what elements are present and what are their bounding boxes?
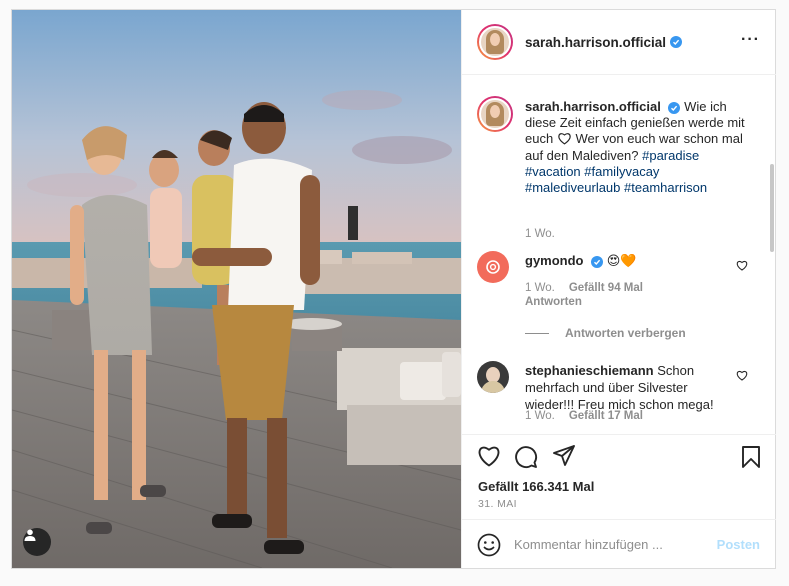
hashtag-paradise[interactable]: #paradise: [642, 148, 699, 163]
comments-scrollbar[interactable]: [770, 164, 774, 252]
comment-like-heart-icon[interactable]: [736, 260, 748, 271]
comment-likes[interactable]: Gefällt 94 Mal: [569, 282, 643, 294]
verified-badge-icon: [668, 102, 681, 114]
white-heart-emoji-icon: [558, 133, 571, 145]
post-date[interactable]: 31. MAI: [478, 498, 517, 510]
comment-icon[interactable]: [514, 445, 538, 469]
verified-badge-icon: [670, 36, 683, 48]
hide-replies-label: Antworten verbergen: [565, 326, 686, 340]
comment-likes[interactable]: Gefällt 17 Mal: [569, 410, 643, 422]
hashtag-vacation[interactable]: #vacation: [525, 164, 581, 179]
instagram-post: sarah.harrison.official ··· sarah.harris…: [11, 9, 776, 569]
comment-text: 😍🧡: [606, 253, 637, 268]
post-comment-button[interactable]: Posten: [717, 537, 760, 552]
hashtag-malediveurlaub[interactable]: #malediveurlaub: [525, 180, 620, 195]
gymondo-logo-icon: [486, 260, 500, 274]
comment-input[interactable]: [514, 534, 704, 554]
comment-body: gymondo 😍🧡: [525, 252, 730, 269]
caption-text: sarah.harrison.official Wie ich diese Ze…: [525, 99, 757, 196]
author-username-row: sarah.harrison.official: [525, 35, 683, 50]
smiley-icon[interactable]: [477, 533, 501, 557]
post-photo[interactable]: [12, 10, 461, 568]
post-header: sarah.harrison.official ···: [462, 10, 776, 75]
comment-meta: 1 Wo. Gefällt 94 Mal Antworten: [525, 281, 657, 309]
comment-body: stephanieschiemann Schon mehrfach und üb…: [525, 362, 730, 413]
caption-username[interactable]: sarah.harrison.official: [525, 99, 661, 114]
hide-replies-toggle[interactable]: Antworten verbergen: [525, 326, 686, 340]
more-options-icon[interactable]: ···: [741, 32, 760, 48]
comment-meta: 1 Wo. Gefällt 17 Mal: [525, 409, 657, 423]
author-username[interactable]: sarah.harrison.official: [525, 35, 666, 50]
comments-list: sarah.harrison.official Wie ich diese Ze…: [462, 76, 776, 434]
caption-avatar[interactable]: [477, 96, 513, 132]
verified-badge-icon: [591, 256, 604, 268]
author-avatar[interactable]: [477, 24, 513, 60]
comment-like-heart-icon[interactable]: [736, 370, 748, 381]
replies-line-divider: [525, 332, 549, 334]
paper-plane-icon[interactable]: [552, 445, 576, 467]
commenter-username[interactable]: stephanieschiemann: [525, 363, 654, 378]
family-vacation-photo: [12, 10, 461, 568]
hashtag-teamharrison[interactable]: #teamharrison: [624, 180, 707, 195]
comment-time[interactable]: 1 Wo.: [525, 282, 555, 294]
hashtag-familyvacay[interactable]: #familyvacay: [584, 164, 659, 179]
user-tag-icon[interactable]: [23, 528, 51, 556]
comment-time[interactable]: 1 Wo.: [525, 410, 555, 422]
heart-icon[interactable]: [477, 445, 501, 467]
post-actions: Gefällt 166.341 Mal 31. MAI: [462, 434, 776, 519]
commenter-username[interactable]: gymondo: [525, 253, 584, 268]
person-icon: [24, 529, 36, 541]
like-count[interactable]: Gefällt 166.341 Mal: [478, 479, 594, 494]
commenter-avatar[interactable]: [477, 251, 509, 283]
bookmark-icon[interactable]: [741, 445, 761, 469]
reply-button[interactable]: Antworten: [525, 296, 582, 308]
caption-time[interactable]: 1 Wo.: [525, 228, 555, 240]
add-comment-bar: Posten: [462, 519, 776, 568]
post-sidebar: sarah.harrison.official ··· sarah.harris…: [461, 10, 776, 568]
commenter-avatar[interactable]: [477, 361, 509, 393]
